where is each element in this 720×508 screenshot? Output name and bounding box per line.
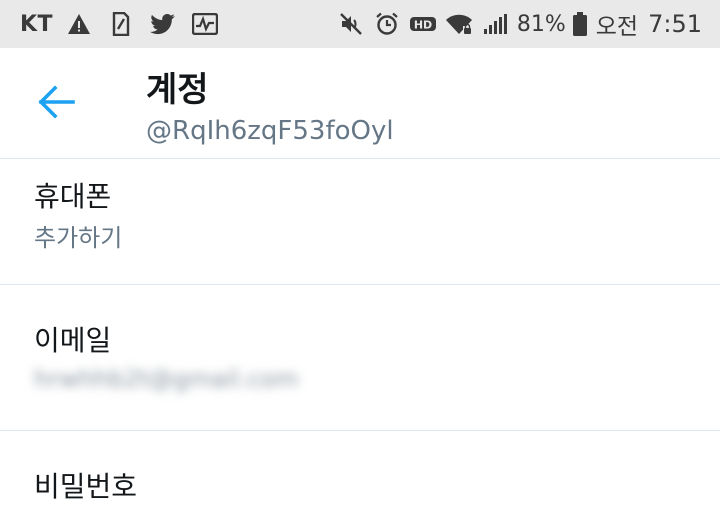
sim-icon	[107, 10, 135, 38]
battery-percent: 81%	[516, 11, 566, 37]
clock-ampm: 오전	[595, 14, 639, 40]
arrow-left-icon	[37, 85, 77, 123]
clock-time: 7:51	[648, 10, 702, 38]
app-header: 계정 @RqIh6zqF53foOyl	[0, 48, 720, 158]
signal-icon	[481, 10, 509, 38]
settings-row-phone[interactable]: 휴대폰 추가하기	[0, 159, 720, 284]
svg-text:HD: HD	[414, 19, 432, 32]
status-bar-right: HD 81% 오전 7:51	[337, 0, 702, 48]
row-value-email: hrwhhb2t@gmail.com	[34, 365, 299, 393]
warning-icon	[65, 10, 93, 38]
row-value-phone: 추가하기	[34, 224, 123, 252]
settings-row-email[interactable]: 이메일 hrwhhb2t@gmail.com	[0, 285, 720, 430]
wifi-icon	[445, 10, 473, 38]
activity-icon	[191, 10, 219, 38]
status-bar-left: KT	[20, 0, 233, 48]
row-title-password: 비밀번호	[34, 470, 138, 503]
carrier-label: KT	[20, 11, 54, 37]
status-bar: KT HD 81% 오전 7:51	[0, 0, 720, 48]
row-title-email: 이메일	[34, 324, 112, 357]
page-title: 계정	[146, 70, 209, 110]
back-button[interactable]	[34, 84, 80, 124]
hd-icon: HD	[409, 10, 437, 38]
twitter-icon	[149, 10, 177, 38]
alarm-icon	[373, 10, 401, 38]
settings-row-password[interactable]: 비밀번호	[0, 431, 720, 508]
account-handle: @RqIh6zqF53foOyl	[146, 116, 394, 146]
battery-icon	[572, 10, 588, 38]
mute-icon	[337, 10, 365, 38]
row-title-phone: 휴대폰	[34, 180, 112, 213]
